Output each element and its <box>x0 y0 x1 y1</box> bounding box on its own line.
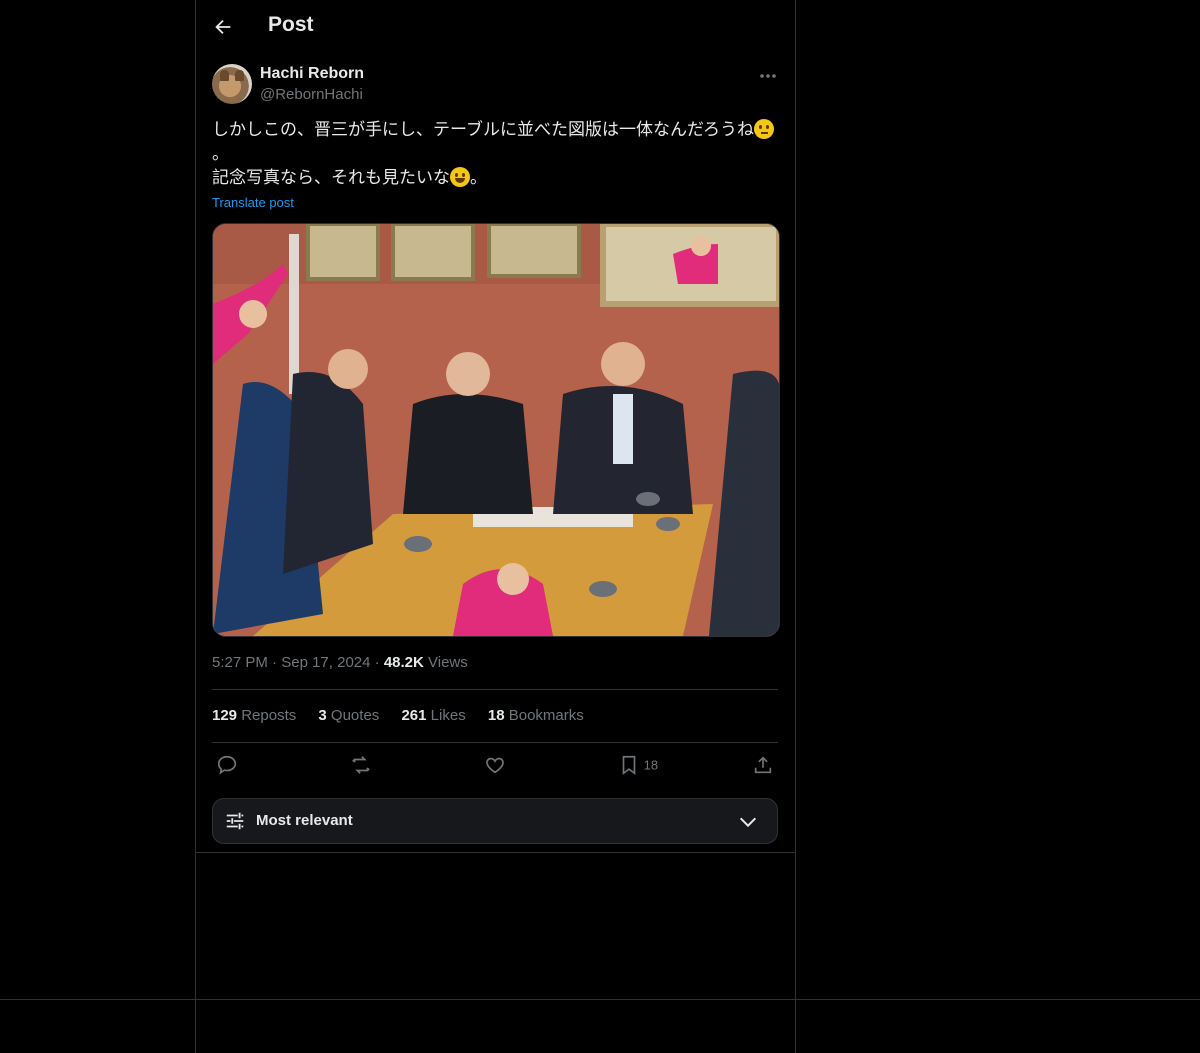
likes-stat[interactable]: 261 Likes <box>401 707 465 724</box>
reposts-stat[interactable]: 129 Reposts <box>212 707 296 724</box>
post-meta: 5:27 PM · Sep 17, 2024 · 48.2K Views <box>212 654 468 671</box>
post-image[interactable] <box>212 223 780 637</box>
post-stats: 129 Reposts 3 Quotes 261 Likes 18 Bookma… <box>212 707 602 724</box>
bookmark-icon[interactable]: 18 <box>618 754 658 778</box>
share-icon[interactable] <box>752 754 774 778</box>
repost-icon[interactable] <box>350 754 372 778</box>
like-icon[interactable] <box>484 754 506 778</box>
sort-replies-dropdown[interactable]: Most relevant <box>212 798 778 844</box>
post-line-1: しかしこの、晋三が手にし、テーブルに並べた図版は一体なんだろうね <box>212 120 754 140</box>
post-line-2: 記念写真なら、それも見たいな <box>212 168 450 188</box>
quotes-stat[interactable]: 3 Quotes <box>318 707 379 724</box>
sliders-icon <box>226 812 244 830</box>
smiley-emoji-icon <box>450 167 470 187</box>
views-count: 48.2K <box>383 654 424 671</box>
avatar[interactable] <box>212 64 252 104</box>
author-name[interactable]: Hachi Reborn <box>260 65 364 83</box>
author-handle[interactable]: @RebornHachi <box>260 86 363 103</box>
divider <box>212 689 778 690</box>
main-column: Post Hachi Reborn @RebornHachi しかしこの、晋三が… <box>195 0 796 1053</box>
post-text: しかしこの、晋三が手にし、テーブルに並べた図版は一体なんだろうね 。 記念写真な… <box>212 118 780 190</box>
more-icon[interactable] <box>758 66 778 86</box>
bookmark-count: 18 <box>643 757 659 773</box>
thinking-emoji-icon <box>753 119 774 139</box>
post-line-1-end: 。 <box>212 144 229 164</box>
chevron-down-icon <box>739 817 757 828</box>
bookmarks-stat[interactable]: 18 Bookmarks <box>488 707 584 724</box>
page-title: Post <box>268 13 314 36</box>
post-date[interactable]: Sep 17, 2024 <box>281 654 370 671</box>
back-arrow-icon[interactable] <box>212 16 234 38</box>
reply-icon[interactable] <box>216 754 238 778</box>
action-bar: 18 <box>212 754 778 778</box>
page-header: Post <box>196 0 795 53</box>
post-line-2-end: 。 <box>470 168 487 188</box>
divider <box>196 852 795 853</box>
divider <box>212 742 778 743</box>
sort-label: Most relevant <box>256 812 353 829</box>
post-time[interactable]: 5:27 PM <box>212 654 268 671</box>
translate-link[interactable]: Translate post <box>212 195 294 210</box>
views-label: Views <box>428 654 468 671</box>
